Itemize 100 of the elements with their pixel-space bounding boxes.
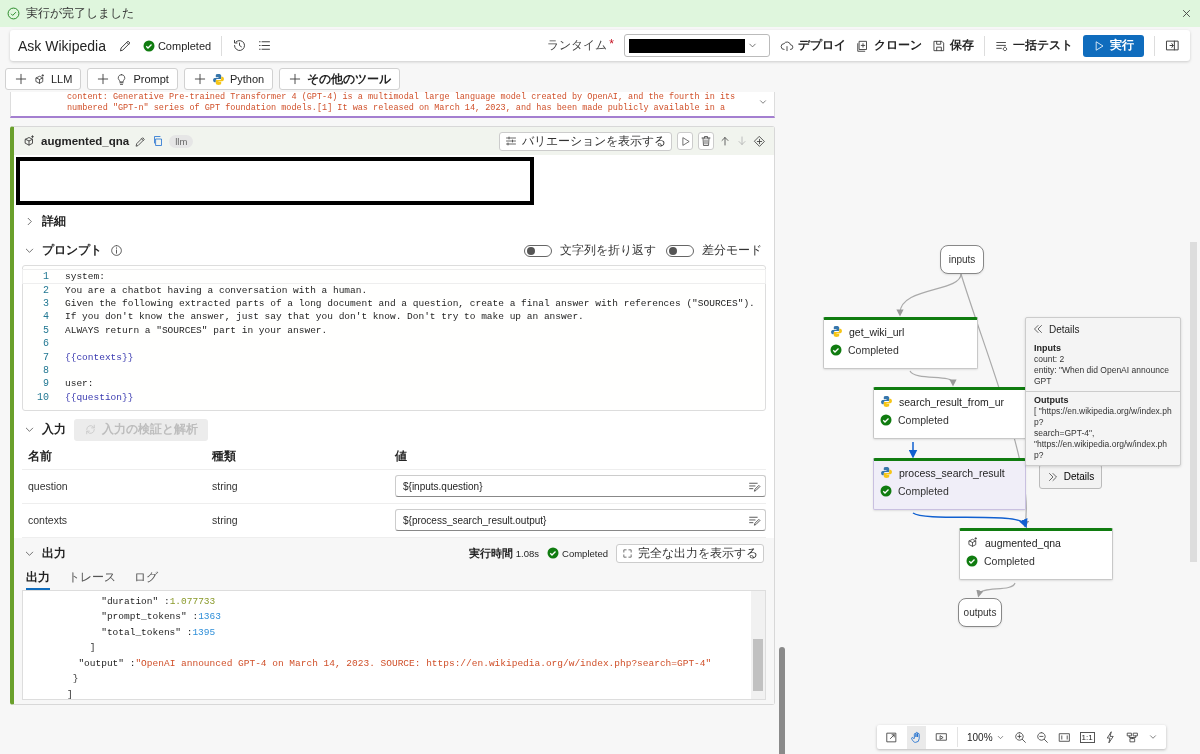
runtime-select[interactable]: [624, 34, 770, 57]
info-icon[interactable]: [110, 244, 123, 257]
details-button[interactable]: Details: [1039, 464, 1102, 489]
zoom-in-icon[interactable]: [1013, 730, 1027, 744]
python-icon: [211, 72, 225, 86]
table-cell-text: question: [28, 480, 69, 493]
zoom-dropdown[interactable]: 100%: [967, 731, 1005, 743]
line-number: 10: [36, 391, 49, 403]
column-header: 名前: [28, 448, 53, 466]
line-number: 5: [42, 324, 49, 336]
scroll-down-icon[interactable]: [758, 97, 768, 107]
screen-icon[interactable]: [935, 730, 948, 744]
details-section-toggle[interactable]: 詳細: [14, 207, 774, 236]
plus-icon: [288, 72, 303, 86]
run-button[interactable]: 実行: [1083, 34, 1144, 57]
toggle-switch[interactable]: [666, 244, 694, 257]
check-icon: [830, 344, 842, 356]
full-output-button[interactable]: 完全な出力を表示する: [616, 543, 764, 563]
flow-node[interactable]: process_search_result Completed: [873, 458, 1026, 510]
node-status: Completed: [898, 414, 949, 426]
list-icon[interactable]: [257, 38, 273, 53]
fit-icon[interactable]: [885, 730, 898, 744]
flow-node[interactable]: augmented_qna Completed: [959, 528, 1113, 580]
delete-button[interactable]: [698, 132, 714, 150]
plus-icon: [96, 72, 111, 86]
node-status: Completed: [898, 485, 949, 497]
zoom-out-icon[interactable]: [1035, 730, 1049, 744]
pencil-icon[interactable]: [117, 38, 133, 53]
hand-tool-button[interactable]: [907, 725, 926, 749]
prompt-editor[interactable]: [22, 265, 766, 411]
trash-icon: [700, 135, 712, 147]
code-line: {{contexts}}: [65, 351, 134, 363]
copy-icon[interactable]: [152, 135, 165, 147]
node-label: search_result_from_ur: [899, 395, 1005, 408]
toggle-label: 差分モード: [702, 242, 762, 259]
fit-screen-icon[interactable]: [1057, 730, 1071, 744]
python-icon: [880, 466, 893, 479]
check-icon: [547, 547, 560, 560]
actual-size-button[interactable]: 1:1: [1079, 731, 1095, 743]
add-tool-button[interactable]: LLM: [5, 68, 82, 90]
runtime-label: ランタイム: [547, 37, 608, 54]
toolbar-button[interactable]: クローン: [856, 37, 922, 54]
node-label: inputs: [948, 254, 976, 265]
toggle-label: 文字列を折り返す: [560, 242, 656, 259]
connector-arrow: [977, 582, 1016, 598]
collapse-icon[interactable]: [1032, 323, 1044, 335]
code-line: system:: [65, 271, 105, 283]
add-tool-button[interactable]: その他のツール: [279, 68, 401, 90]
scrollbar[interactable]: [751, 590, 765, 699]
duration-label: 実行時間: [468, 545, 513, 561]
layout-icon[interactable]: [1125, 730, 1139, 744]
node-label: get_wiki_url: [849, 325, 905, 338]
add-tool-button[interactable]: Python: [183, 68, 274, 90]
caret-icon[interactable]: [1147, 732, 1158, 742]
required-mark: *: [609, 37, 614, 53]
node-name: augmented_qna: [41, 135, 130, 147]
scrollbar[interactable]: [779, 647, 785, 754]
line-number: 3: [42, 297, 49, 309]
toggle-switch[interactable]: [524, 244, 552, 257]
popover-text: [ "https://en.wikipedia.org/w/index.php?: [1034, 406, 1172, 428]
value-field[interactable]: ${inputs.question}: [395, 475, 766, 498]
double-chevron-icon: [1046, 470, 1059, 483]
line-number: 7: [42, 351, 49, 363]
toolbar-button[interactable]: デプロイ: [780, 37, 846, 54]
output-section-toggle[interactable]: 出力: [24, 544, 66, 562]
node-label: outputs: [963, 607, 997, 618]
node-label: augmented_qna: [985, 536, 1061, 549]
sliders-icon: [505, 135, 517, 147]
python-icon: [830, 325, 843, 338]
section-heading: Inputs: [1034, 343, 1062, 353]
value-field[interactable]: ${process_search_result.output}: [395, 509, 766, 532]
table-cell-text: string: [212, 480, 239, 493]
code-line: }: [71, 672, 80, 687]
move-up-icon[interactable]: [719, 135, 731, 147]
code-line: "total_tokens" :1395: [100, 625, 217, 640]
input-section-toggle[interactable]: 入力: [24, 421, 66, 439]
output-tab[interactable]: トレース: [68, 568, 116, 590]
panel-icon[interactable]: [1165, 38, 1180, 53]
flow-node[interactable]: inputs: [940, 245, 984, 274]
scrollbar[interactable]: [1190, 242, 1197, 562]
code-line: user:: [65, 378, 94, 390]
toolbar-button[interactable]: 一括テスト: [995, 37, 1073, 54]
save-icon: [932, 38, 946, 53]
code-line: ]: [66, 687, 74, 702]
diamond-icon[interactable]: [753, 134, 766, 148]
variation-button[interactable]: バリエーションを表示する: [499, 131, 672, 151]
output-tab[interactable]: ログ: [134, 568, 158, 590]
pencil-icon[interactable]: [134, 134, 148, 148]
history-icon[interactable]: [232, 38, 248, 53]
prompt-section-toggle[interactable]: プロンプト: [24, 242, 102, 259]
popover-text: count: 2: [1034, 354, 1066, 365]
flow-node[interactable]: outputs: [958, 598, 1002, 627]
cloud-icon: [780, 38, 794, 53]
table-cell-text: contexts: [28, 514, 69, 527]
run-node-button[interactable]: [677, 132, 693, 150]
connector-arrow: [909, 370, 956, 387]
add-tool-button[interactable]: Prompt: [87, 68, 178, 90]
node-type-badge: llm: [169, 134, 194, 148]
toolbar-button[interactable]: 保存: [932, 37, 974, 54]
flow-node[interactable]: get_wiki_url Completed: [823, 317, 978, 369]
